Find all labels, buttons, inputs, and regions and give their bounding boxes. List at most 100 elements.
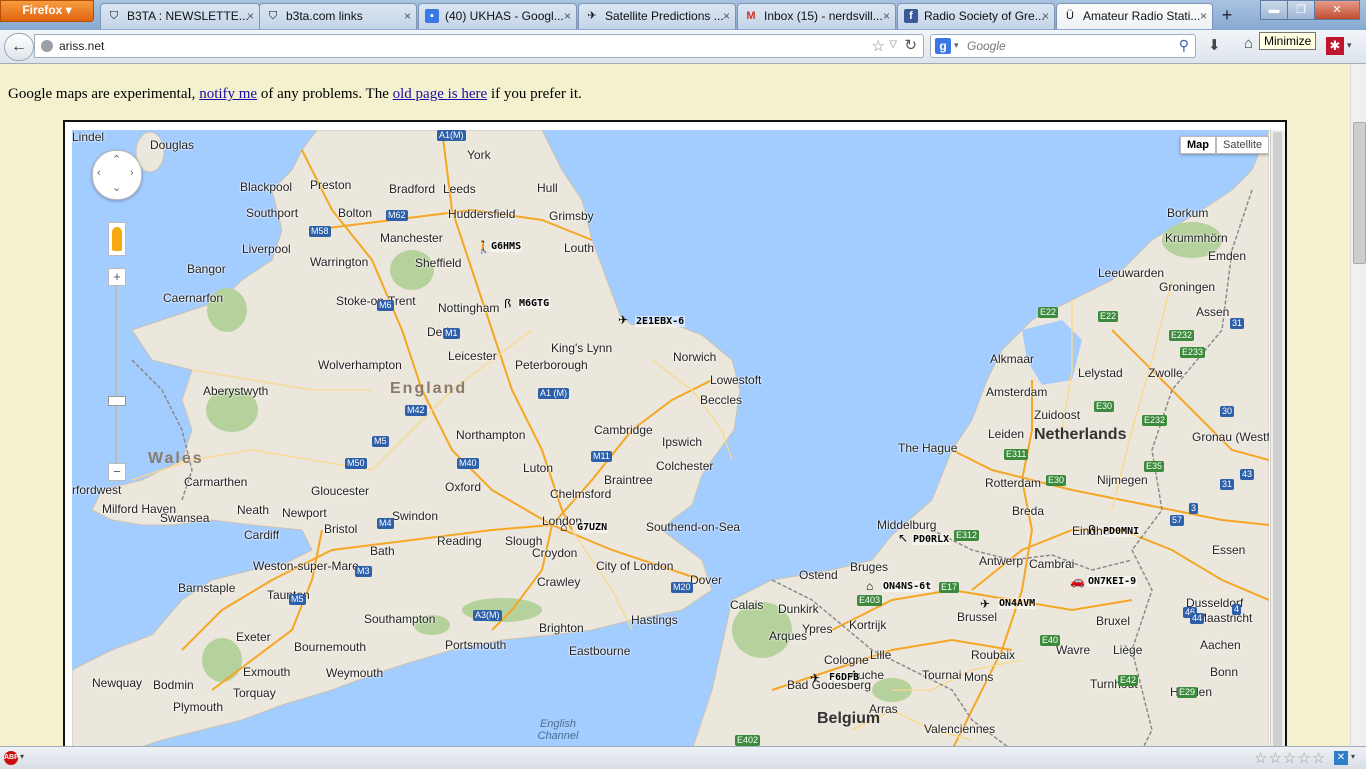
bookmark-star-icon[interactable]: ☆ bbox=[872, 37, 885, 55]
pan-down-icon[interactable]: ⌄ bbox=[112, 181, 121, 194]
old-page-link[interactable]: old page is here bbox=[393, 86, 488, 102]
car-icon[interactable]: 🚗 bbox=[1070, 575, 1085, 587]
close-tab-icon[interactable]: × bbox=[247, 4, 254, 28]
station-label[interactable]: G7UZN bbox=[576, 522, 609, 533]
close-tab-icon[interactable]: × bbox=[404, 4, 411, 28]
walker-icon[interactable]: 🚶 bbox=[476, 241, 491, 253]
close-tab-icon[interactable]: × bbox=[883, 4, 890, 28]
firefox-menu-button[interactable]: Firefox ▾ bbox=[0, 0, 94, 22]
place-label: Liège bbox=[1113, 643, 1143, 657]
pan-control[interactable]: ⌃ ⌄ ‹ › bbox=[92, 150, 142, 200]
tab-gmail-inbox[interactable]: M Inbox (15) - nerdsvill... × bbox=[737, 3, 896, 29]
adblock-icon[interactable]: ABP bbox=[4, 751, 19, 765]
house-icon[interactable]: ⌂ bbox=[866, 580, 873, 592]
street-view-pegman[interactable] bbox=[108, 222, 126, 256]
place-label: Torquay bbox=[233, 686, 276, 700]
place-label: Southampton bbox=[364, 612, 436, 626]
maximize-button[interactable]: ❐ bbox=[1287, 0, 1315, 20]
place-label: Southport bbox=[246, 206, 299, 220]
station-label[interactable]: PD0MNI bbox=[1102, 526, 1141, 537]
place-label: Peterborough bbox=[515, 358, 588, 372]
station-label[interactable]: ON4NS-6t bbox=[882, 581, 933, 592]
station-label[interactable]: G6HMS bbox=[490, 241, 523, 252]
close-tab-icon[interactable]: × bbox=[1200, 4, 1207, 28]
search-input[interactable]: Google bbox=[967, 39, 1006, 53]
road-shield: E29 bbox=[1177, 687, 1198, 698]
pan-right-icon[interactable]: › bbox=[130, 167, 134, 179]
road-shield: M1 bbox=[443, 328, 460, 339]
tab-amateur-radio[interactable]: Ü Amateur Radio Stati... × bbox=[1056, 3, 1213, 29]
tab-radio-society[interactable]: f Radio Society of Gre... × bbox=[897, 3, 1055, 29]
satellite-icon[interactable]: ✈ bbox=[618, 314, 628, 326]
map-type-satellite-button[interactable]: Satellite bbox=[1216, 136, 1269, 154]
station-label[interactable]: 2E1EBX-6 bbox=[635, 316, 686, 327]
history-dropdown-icon[interactable]: ▽ bbox=[889, 39, 897, 50]
map-scrollbar[interactable] bbox=[1270, 130, 1285, 750]
place-label: Tournai bbox=[922, 668, 962, 682]
zoom-slider-handle[interactable] bbox=[108, 396, 126, 406]
address-bar[interactable]: ariss.net ☆ ▽ ↻ bbox=[34, 34, 924, 58]
pan-left-icon[interactable]: ‹ bbox=[97, 167, 101, 179]
tab-b3ta-newsletter[interactable]: ⛉ B3TA : NEWSLETTE... × bbox=[100, 3, 260, 29]
place-label: Reading bbox=[437, 534, 482, 548]
station-label[interactable]: M6GTG bbox=[518, 298, 551, 309]
close-tab-icon[interactable]: × bbox=[564, 4, 571, 28]
zoom-in-button[interactable]: + bbox=[108, 268, 126, 286]
addon-icon: ✱ bbox=[1326, 37, 1344, 55]
download-icon[interactable]: ⬇ bbox=[1208, 36, 1221, 54]
station-label[interactable]: F6DFB bbox=[828, 672, 861, 683]
addon-status-icon[interactable]: ✕ bbox=[1334, 751, 1348, 765]
station-label[interactable]: ON7KEI-9 bbox=[1087, 576, 1138, 587]
snake-icon[interactable]: ꟗ bbox=[504, 298, 511, 310]
place-label: Lille bbox=[870, 648, 892, 662]
tab-satellite-predictions[interactable]: ✈ Satellite Predictions ... × bbox=[578, 3, 736, 29]
new-tab-button[interactable]: + bbox=[1216, 5, 1238, 27]
pointer-icon[interactable]: ↖ bbox=[898, 532, 908, 544]
close-tab-icon[interactable]: × bbox=[1042, 4, 1049, 28]
shield-icon: ⛉ bbox=[109, 10, 119, 22]
pan-up-icon[interactable]: ⌃ bbox=[112, 153, 121, 166]
satellite-icon[interactable]: ✈ bbox=[810, 672, 820, 684]
rating-stars[interactable]: ☆☆☆☆☆ bbox=[1254, 749, 1326, 767]
notify-me-link[interactable]: notify me bbox=[199, 86, 257, 102]
page-scrollbar-thumb[interactable] bbox=[1353, 122, 1366, 264]
satellite-icon[interactable]: ✈ bbox=[980, 598, 990, 610]
google-icon[interactable]: g bbox=[935, 38, 951, 54]
snake-icon[interactable]: ꟗ bbox=[1088, 524, 1095, 536]
search-bar[interactable]: g ▾ Google ⚲ bbox=[930, 34, 1196, 58]
place-label: Amsterdam bbox=[986, 385, 1048, 399]
addon-button[interactable]: ✱ ▾ bbox=[1326, 35, 1356, 57]
minimize-button[interactable]: ▬ bbox=[1260, 0, 1288, 20]
map[interactable]: Douglas York Blackpool Preston Bradford Leeds… bbox=[72, 130, 1269, 750]
place-label: Cologne bbox=[824, 653, 869, 667]
zoom-out-button[interactable]: − bbox=[108, 463, 126, 481]
place-label: Leicester bbox=[448, 349, 497, 363]
map-scrollbar-thumb[interactable] bbox=[1273, 132, 1282, 748]
reload-icon[interactable]: ↻ bbox=[904, 36, 917, 54]
station-label[interactable]: ON4AVM bbox=[998, 598, 1037, 609]
station-label[interactable]: PD0RLX bbox=[912, 534, 951, 545]
place-label: Gloucester bbox=[311, 484, 370, 498]
tab-ukhas[interactable]: ▪ (40) UKHAS - Googl... × bbox=[418, 3, 577, 29]
home-icon[interactable]: ⌂ bbox=[1244, 35, 1253, 52]
road-shield: 30 bbox=[1220, 406, 1235, 417]
place-label: Carmarthen bbox=[184, 475, 248, 489]
map-type-map-button[interactable]: Map bbox=[1180, 136, 1216, 154]
close-tab-icon[interactable]: × bbox=[723, 4, 730, 28]
google-groups-icon: ▪ bbox=[425, 9, 439, 23]
search-icon[interactable]: ⚲ bbox=[1179, 37, 1189, 54]
place-label: Plymouth bbox=[173, 700, 224, 714]
back-button[interactable]: ← bbox=[4, 33, 34, 61]
zoom-slider-track[interactable] bbox=[115, 286, 117, 463]
page-scrollbar[interactable] bbox=[1350, 64, 1366, 746]
close-window-button[interactable]: ✕ bbox=[1314, 0, 1360, 20]
chevron-down-icon[interactable]: ▾ bbox=[20, 752, 24, 761]
place-label: Exmouth bbox=[243, 665, 291, 679]
tab-b3ta-links[interactable]: ⛉ b3ta.com links × bbox=[259, 3, 417, 29]
chevron-down-icon[interactable]: ▾ bbox=[1351, 752, 1355, 761]
house-icon[interactable]: ⌂ bbox=[560, 521, 567, 533]
search-engine-dropdown-icon[interactable]: ▾ bbox=[954, 40, 959, 51]
place-label: Brighton bbox=[539, 621, 584, 635]
url-text[interactable]: ariss.net bbox=[59, 39, 104, 53]
road-shield: M20 bbox=[671, 582, 693, 593]
